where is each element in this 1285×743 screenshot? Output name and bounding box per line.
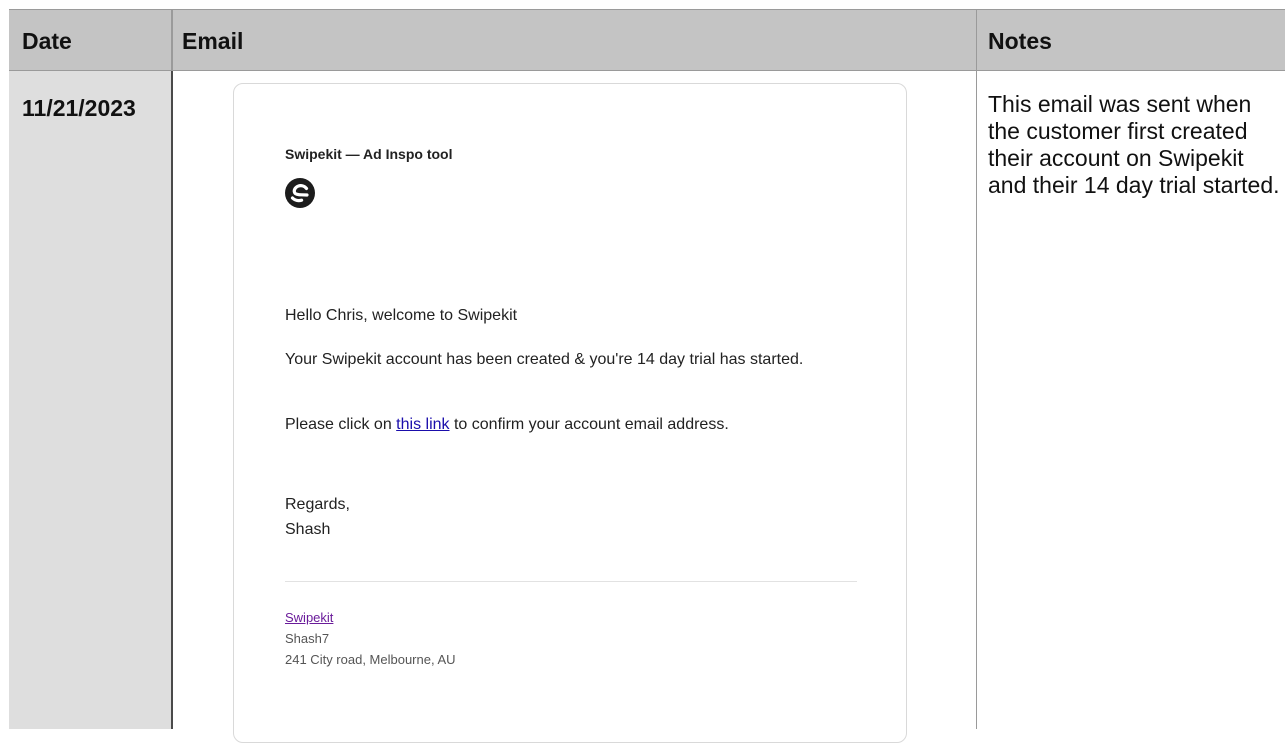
email-footer: Swipekit Shash7 241 City road, Melbourne…: [285, 607, 456, 670]
email-log-table: Date Email Notes 11/21/2023 This email w…: [9, 9, 1285, 743]
footer-address: 241 City road, Melbourne, AU: [285, 652, 456, 667]
email-body-line-2: Please click on this link to confirm you…: [285, 413, 865, 437]
footer-company-link[interactable]: Swipekit: [285, 610, 333, 625]
column-divider-notes: [976, 9, 977, 729]
header-divider-date: [171, 9, 173, 71]
row-date: 11/21/2023: [22, 95, 136, 121]
email-preview-card: Swipekit — Ad Inspo tool Hello Chris, we…: [233, 83, 907, 743]
email-body-line-1: Your Swipekit account has been created &…: [285, 351, 804, 368]
email-signoff: Regards,: [285, 496, 350, 513]
row-notes: This email was sent when the customer fi…: [988, 91, 1280, 198]
email-sender-name: Swipekit — Ad Inspo tool: [285, 146, 453, 162]
email-greeting: Hello Chris, welcome to Swipekit: [285, 307, 518, 324]
header-notes: Notes: [988, 28, 1052, 54]
swipekit-logo-icon: [285, 178, 315, 208]
confirm-email-link[interactable]: this link: [396, 416, 449, 433]
column-divider-date: [171, 71, 173, 729]
email-footer-divider: [285, 581, 857, 582]
email-signature: Shash: [285, 521, 331, 538]
table-header: Date Email Notes: [9, 9, 1285, 71]
footer-company-name: Shash7: [285, 631, 330, 646]
header-email: Email: [182, 28, 244, 54]
date-column-background: [9, 71, 172, 729]
email-body-line-2-pre: Please click on: [285, 416, 397, 433]
email-body-line-2-post: to confirm your account email address.: [449, 416, 729, 433]
header-date: Date: [22, 28, 72, 54]
